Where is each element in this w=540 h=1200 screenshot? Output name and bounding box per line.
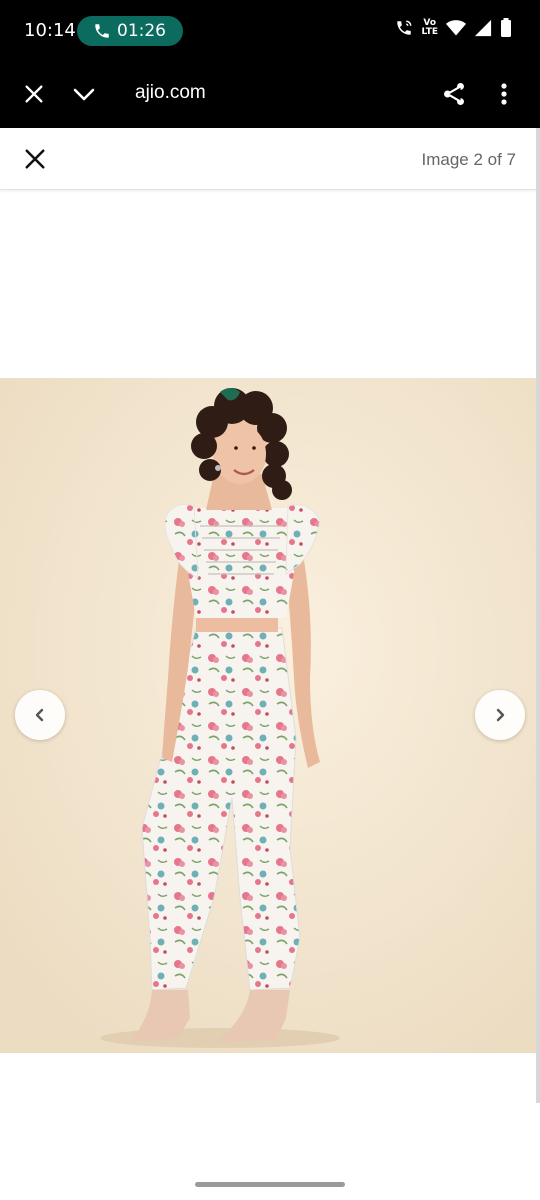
ongoing-call-pill[interactable]: 01:26	[77, 16, 183, 46]
phone-icon	[95, 24, 109, 38]
close-icon	[25, 85, 43, 103]
scroll-track[interactable]	[536, 128, 540, 1103]
battery-icon	[501, 18, 511, 37]
wifi-icon	[446, 20, 466, 36]
gallery-header: Image 2 of 7	[0, 128, 538, 190]
minimize-button[interactable]	[66, 76, 102, 112]
volte-bottom: LTE	[421, 27, 438, 37]
call-duration: 01:26	[117, 21, 166, 41]
wifi-calling-icon	[397, 20, 412, 35]
share-button[interactable]	[436, 76, 472, 112]
home-indicator[interactable]	[195, 1182, 345, 1187]
next-image-button[interactable]	[475, 690, 525, 740]
product-image[interactable]	[0, 378, 536, 1053]
close-tab-button[interactable]	[16, 76, 52, 112]
share-icon	[444, 82, 464, 106]
browser-toolbar: ajio.com	[0, 62, 540, 128]
chevron-right-icon	[496, 708, 505, 722]
status-time: 10:14	[24, 20, 76, 41]
url-text[interactable]: ajio.com	[135, 82, 206, 104]
prev-image-button[interactable]	[15, 690, 65, 740]
status-icons: Vo LTE	[395, 18, 512, 38]
chevron-left-icon	[35, 708, 44, 722]
volte-icon: Vo LTE	[421, 19, 438, 37]
signal-icon	[474, 19, 492, 37]
gallery-close-button[interactable]	[18, 142, 52, 176]
image-counter: Image 2 of 7	[421, 150, 516, 169]
chevron-down-icon	[73, 88, 95, 101]
close-icon	[25, 149, 45, 169]
more-options-button[interactable]	[486, 76, 522, 112]
status-bar: 10:14 01:26 Vo LTE	[0, 0, 540, 62]
more-vert-icon	[501, 83, 507, 105]
model-photo	[0, 378, 536, 1053]
